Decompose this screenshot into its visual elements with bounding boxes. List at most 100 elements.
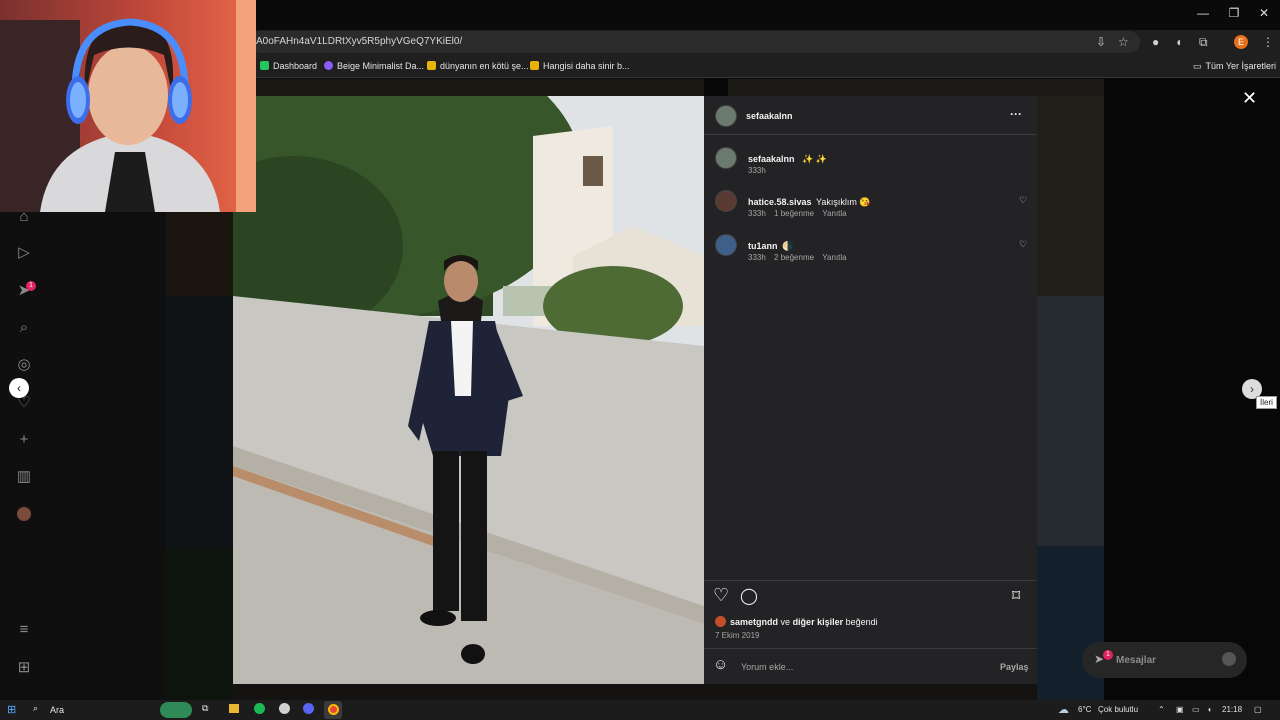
taskbar-widget-icon[interactable] <box>160 702 192 718</box>
profile-avatar[interactable]: E <box>1234 35 1248 49</box>
comment-bubble-icon[interactable]: ◯ <box>740 586 758 606</box>
more-options-button[interactable]: ··· <box>1010 107 1022 121</box>
webcam-image <box>0 0 256 212</box>
taskbar-search[interactable]: Ara <box>50 705 64 715</box>
next-tooltip: İleri <box>1256 396 1277 409</box>
save-bookmark-icon[interactable]: ⌑ <box>1012 586 1020 606</box>
folder-icon: ▭ <box>1193 61 1202 71</box>
chrome-icon <box>328 704 339 715</box>
network-icon[interactable]: ▭ <box>1192 705 1200 714</box>
caption-time: 333h <box>748 166 766 175</box>
all-bookmarks[interactable]: ▭ Tüm Yer İşaretleri <box>1193 61 1276 72</box>
comment-text: Yakışıklım 😘 <box>816 197 871 207</box>
bookmark-favicon <box>530 61 539 70</box>
comment-likes[interactable]: 1 beğenme <box>774 209 814 218</box>
bookmark-star-icon[interactable]: ☆ <box>1118 35 1129 49</box>
notification-badge: 1 <box>26 281 36 291</box>
author-avatar[interactable] <box>715 105 737 127</box>
reels-icon[interactable]: ▷ <box>12 241 36 265</box>
messages-label[interactable]: Mesajlar <box>1116 655 1156 666</box>
caption-username[interactable]: sefaakalnn <box>748 154 795 164</box>
post-photo <box>233 96 704 684</box>
notification-center-icon[interactable]: ▢ <box>1254 705 1262 714</box>
close-modal-icon[interactable]: ✕ <box>1242 88 1257 109</box>
liked-by-user[interactable]: sametgndd <box>730 617 778 627</box>
like-comment-heart-icon[interactable]: ♡ <box>1019 239 1027 250</box>
spotify-icon[interactable] <box>254 703 265 714</box>
dashboard-icon[interactable]: ▥ <box>12 465 36 489</box>
caption: sefaakalnn ✨ ✨ <box>748 149 827 167</box>
comment-meta: 333h 2 beğenme Yanıtla <box>748 253 847 262</box>
taskbar-search-icon[interactable]: ⌕ <box>33 703 38 714</box>
panel-divider <box>704 580 1037 581</box>
clock-time[interactable]: 21:18 <box>1222 705 1242 714</box>
comment-2: tu1ann 🌗 <box>748 236 793 254</box>
profile-avatar-icon[interactable] <box>17 507 31 521</box>
install-app-icon[interactable]: ⇩ <box>1096 35 1106 49</box>
bookmark-dashboard[interactable]: Dashboard <box>260 61 317 71</box>
author-username[interactable]: sefaakalnn <box>746 111 793 121</box>
volume-icon[interactable]: ◖ <box>1207 705 1212 714</box>
extension-icon[interactable]: ● <box>1152 35 1159 49</box>
messages-badge: 1 <box>1103 650 1113 660</box>
panel-divider <box>704 134 1037 135</box>
weather-text[interactable]: Çok bulutlu <box>1098 705 1138 714</box>
explore-icon[interactable]: ◎ <box>12 353 36 377</box>
tray-chevron-icon[interactable]: ⌃ <box>1158 705 1165 714</box>
comment-username[interactable]: tu1ann <box>748 241 778 251</box>
comment-time: 333h <box>748 253 766 262</box>
create-plus-icon[interactable]: + <box>12 428 36 452</box>
comment-likes[interactable]: 2 beğenme <box>774 253 814 262</box>
discord-icon[interactable] <box>303 703 314 714</box>
previous-post-button[interactable]: ‹ <box>9 378 29 398</box>
more-menu-icon[interactable]: ≡ <box>12 618 36 642</box>
close-window-button[interactable]: ✕ <box>1249 6 1279 20</box>
comment-time: 333h <box>748 209 766 218</box>
post-photo-image <box>233 96 704 684</box>
like-heart-icon[interactable]: ♡ <box>713 585 729 606</box>
liked-by-connector: ve <box>780 617 791 627</box>
url-text[interactable]: A0oFAHn4aV1LDRtXyv5R5phyVGeQ7YKiEl0/ <box>256 36 462 47</box>
comment-1: hatice.58.sivas Yakışıklım 😘 <box>748 192 871 210</box>
like-comment-heart-icon[interactable]: ♡ <box>1019 195 1027 206</box>
comment-reply[interactable]: Yanıtla <box>822 209 846 218</box>
bookmark-favicon <box>427 61 436 70</box>
emoji-picker-icon[interactable]: ☺ <box>713 656 728 673</box>
caption-avatar[interactable] <box>715 147 737 169</box>
minimize-button[interactable]: — <box>1188 6 1218 20</box>
audio-extension-icon[interactable]: ◖ <box>1175 35 1182 49</box>
messages-avatar <box>1222 652 1236 666</box>
tray-app-icon[interactable]: ▣ <box>1176 705 1184 714</box>
post-date: 7 Ekim 2019 <box>715 631 760 640</box>
liked-by-suffix: beğendi <box>845 617 878 627</box>
app-icon[interactable] <box>279 703 290 714</box>
bookmark-dunyanin[interactable]: dünyanın en kötü şe... <box>427 61 529 71</box>
extensions-puzzle-icon[interactable]: ⧉ <box>1199 35 1208 50</box>
caption-text: ✨ ✨ <box>801 154 827 164</box>
search-icon[interactable]: ⌕ <box>12 316 36 340</box>
comment-avatar[interactable] <box>715 190 737 212</box>
share-button[interactable]: Paylaş <box>1000 662 1029 672</box>
comment-avatar[interactable] <box>715 234 737 256</box>
file-explorer-icon[interactable] <box>229 704 239 713</box>
windows-start-icon[interactable]: ⊞ <box>7 703 16 716</box>
bookmark-hangisi[interactable]: Hangisi daha sinir b... <box>530 61 630 71</box>
bookmark-beige-minimalist[interactable]: Beige Minimalist Da... <box>324 61 424 71</box>
comment-reply[interactable]: Yanıtla <box>822 253 846 262</box>
comment-username[interactable]: hatice.58.sivas <box>748 197 812 207</box>
browser-menu-icon[interactable]: ⋮ <box>1262 35 1274 49</box>
bookmark-favicon <box>260 61 269 70</box>
comment-input[interactable]: Yorum ekle... <box>741 662 793 672</box>
weather-cloud-icon: ☁ <box>1058 704 1069 716</box>
weather-temp[interactable]: 6°C <box>1078 705 1091 714</box>
liked-by-others[interactable]: diğer kişiler <box>793 617 844 627</box>
restore-button[interactable]: ❐ <box>1219 6 1249 20</box>
threads-icon[interactable]: ⊞ <box>12 656 36 680</box>
task-view-icon[interactable]: ⧉ <box>202 703 208 714</box>
bookmark-favicon <box>324 61 333 70</box>
liked-by: sametgndd ve diğer kişiler beğendi <box>730 617 878 627</box>
panel-divider <box>704 648 1037 649</box>
liker-avatar[interactable] <box>715 616 726 627</box>
webcam-overlay <box>0 0 256 212</box>
comment-text: 🌗 <box>781 241 794 251</box>
